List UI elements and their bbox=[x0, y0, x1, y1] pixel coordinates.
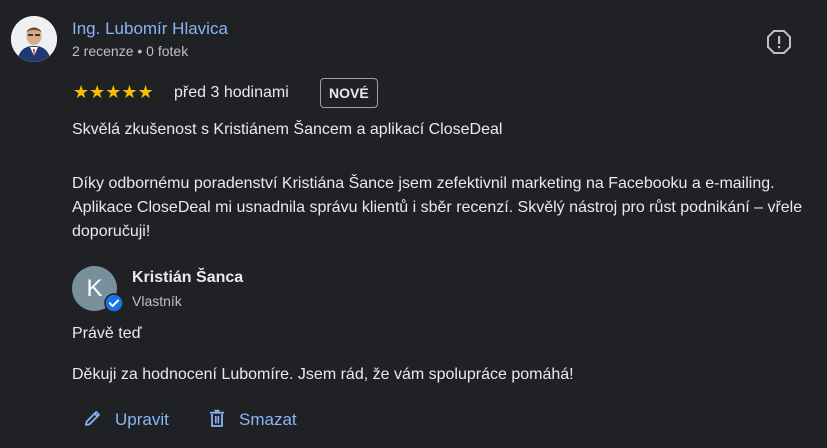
review-card: Ing. Lubomír Hlavica 2 recenze • 0 fotek… bbox=[0, 0, 827, 448]
edit-reply-label: Upravit bbox=[115, 410, 169, 429]
edit-reply-button[interactable]: Upravit bbox=[83, 407, 169, 433]
reply-time: Právě teď bbox=[72, 325, 142, 342]
new-badge: NOVÉ bbox=[320, 78, 378, 108]
owner-role: Vlastník bbox=[132, 293, 182, 309]
trash-icon bbox=[207, 408, 227, 433]
review-time: před 3 hodinami bbox=[174, 84, 289, 101]
delete-reply-label: Smazat bbox=[239, 410, 297, 429]
owner-name: Kristián Šanca bbox=[132, 269, 244, 286]
review-body: Díky odbornému poradenství Kristiána Šan… bbox=[72, 175, 803, 240]
reviewer-avatar[interactable] bbox=[11, 16, 57, 62]
review-title: Skvělá zkušenost s Kristiánem Šancem a a… bbox=[72, 121, 503, 138]
delete-reply-button[interactable]: Smazat bbox=[207, 407, 297, 433]
report-flag-icon[interactable] bbox=[766, 29, 792, 55]
verified-check-icon bbox=[104, 293, 124, 313]
pencil-icon bbox=[83, 408, 103, 433]
reviewer-name[interactable]: Ing. Lubomír Hlavica bbox=[72, 19, 228, 39]
star-rating: ★★★★★ bbox=[73, 82, 154, 102]
reply-text: Děkuji za hodnocení Lubomíre. Jsem rád, … bbox=[72, 366, 574, 383]
reviewer-stats: 2 recenze • 0 fotek bbox=[72, 43, 189, 59]
